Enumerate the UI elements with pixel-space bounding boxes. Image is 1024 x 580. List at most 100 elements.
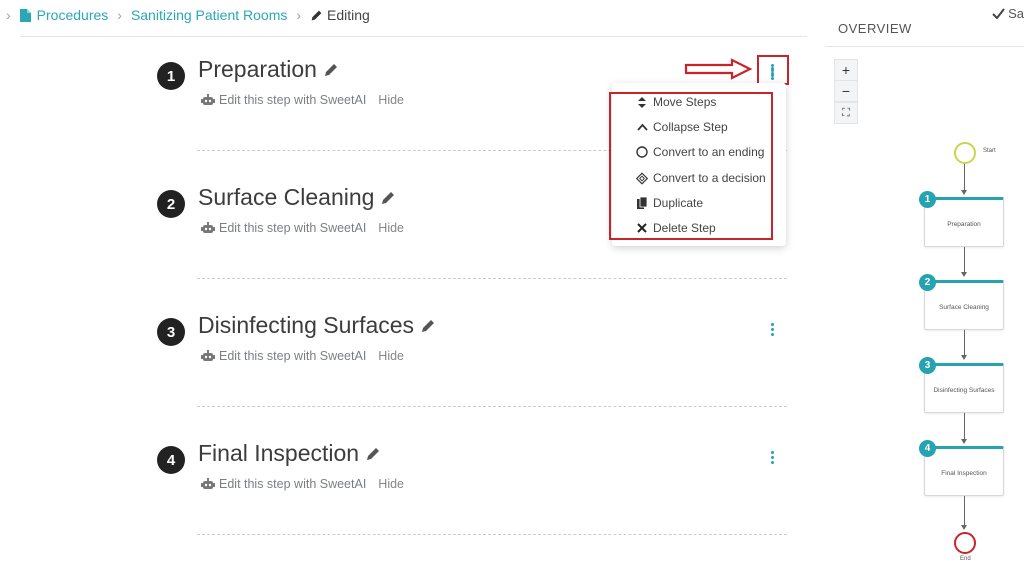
step-title[interactable]: Surface Cleaning <box>198 184 396 211</box>
flow-node-number: 2 <box>919 274 936 291</box>
hide-link[interactable]: Hide <box>378 93 404 107</box>
flow-node-number: 4 <box>919 440 936 457</box>
circle-icon <box>636 146 648 158</box>
robot-icon <box>201 350 215 361</box>
flow-node[interactable]: Disinfecting Surfaces <box>924 363 1004 413</box>
ai-edit-link[interactable]: Edit this step with SweetAI <box>219 221 366 235</box>
step-title-text[interactable]: Disinfecting Surfaces <box>198 312 414 339</box>
step-menu-button[interactable] <box>765 318 779 340</box>
step-card: 3 Disinfecting Surfaces Edit this step w… <box>157 312 787 436</box>
save-status[interactable]: Sa <box>992 6 1024 21</box>
flow-connector <box>964 413 965 440</box>
step-title-text[interactable]: Surface Cleaning <box>198 184 374 211</box>
step-title[interactable]: Disinfecting Surfaces <box>198 312 436 339</box>
hide-link[interactable]: Hide <box>378 221 404 235</box>
kebab-dot <box>770 450 774 454</box>
pencil-icon <box>311 10 322 20</box>
kebab-dot <box>770 322 774 326</box>
menu-item-move-steps[interactable]: Move Steps <box>636 95 716 109</box>
close-icon <box>636 222 648 234</box>
chevron-right-icon: › <box>117 7 122 23</box>
flow-node-label: Preparation <box>947 221 981 228</box>
step-divider <box>197 406 787 407</box>
step-title-text[interactable]: Preparation <box>198 56 317 83</box>
menu-item-label[interactable]: Convert to a decision <box>653 171 766 185</box>
fit-view-button[interactable]: ⛶ <box>834 102 858 124</box>
flow-node[interactable]: Preparation <box>924 197 1004 247</box>
pencil-icon[interactable] <box>420 318 436 334</box>
chevron-right-icon: › <box>6 7 11 23</box>
step-number-badge: 4 <box>157 446 185 474</box>
flow-arrowhead-icon <box>961 355 967 360</box>
flow-arrowhead-icon <box>961 272 967 277</box>
step-menu-button[interactable] <box>765 446 779 468</box>
pencil-icon[interactable] <box>365 446 381 462</box>
kebab-dot <box>770 63 774 67</box>
overview-title: OVERVIEW <box>838 24 912 36</box>
flow-node[interactable]: Surface Cleaning <box>924 280 1004 330</box>
header-divider <box>20 36 807 37</box>
hide-link[interactable]: Hide <box>378 349 404 363</box>
breadcrumb-procedures[interactable]: Procedures <box>19 7 109 23</box>
kebab-dot <box>770 460 774 464</box>
flow-connector <box>964 330 965 356</box>
ai-edit-link[interactable]: Edit this step with SweetAI <box>219 93 366 107</box>
zoom-out-button[interactable]: − <box>834 80 858 102</box>
step-title[interactable]: Final Inspection <box>198 440 381 467</box>
chevron-up-icon <box>636 121 648 133</box>
menu-item-duplicate[interactable]: Duplicate <box>636 196 703 210</box>
menu-item-label[interactable]: Collapse Step <box>653 120 728 134</box>
zoom-in-button[interactable]: + <box>834 59 858 81</box>
menu-item-convert-decision[interactable]: Convert to a decision <box>636 171 766 185</box>
flow-connector <box>964 164 965 191</box>
chevron-right-icon: › <box>296 7 302 23</box>
breadcrumb-current: Editing <box>310 7 370 23</box>
menu-item-label[interactable]: Delete Step <box>653 221 716 235</box>
kebab-dot <box>770 327 774 331</box>
step-title-text[interactable]: Final Inspection <box>198 440 359 467</box>
step-menu-button-active[interactable] <box>765 59 779 81</box>
menu-item-label[interactable]: Duplicate <box>653 196 703 210</box>
breadcrumb-procedures-label[interactable]: Procedures <box>37 7 109 23</box>
flow-connector <box>964 496 965 526</box>
save-label: Sa <box>1008 6 1024 21</box>
overview-divider <box>825 46 1024 47</box>
menu-item-collapse-step[interactable]: Collapse Step <box>636 120 728 134</box>
step-divider <box>197 534 787 535</box>
hide-link[interactable]: Hide <box>378 477 404 491</box>
menu-item-convert-ending[interactable]: Convert to an ending <box>636 145 764 159</box>
ai-edit-row: Edit this step with SweetAI Hide <box>201 477 404 491</box>
step-options-menu: Move Steps Collapse Step Convert to an e… <box>612 83 786 246</box>
ai-edit-row: Edit this step with SweetAI Hide <box>201 93 404 107</box>
robot-icon <box>201 94 215 105</box>
flow-start-node[interactable] <box>954 142 976 164</box>
flow-node-number: 1 <box>919 191 936 208</box>
pencil-icon[interactable] <box>380 190 396 206</box>
flow-node[interactable]: Final Inspection <box>924 446 1004 496</box>
copy-icon <box>636 197 648 209</box>
kebab-dot <box>770 332 774 336</box>
diamond-icon <box>636 171 648 185</box>
flow-end-node[interactable] <box>954 532 976 554</box>
step-card: 4 Final Inspection Edit this step with S… <box>157 440 787 564</box>
menu-item-label[interactable]: Move Steps <box>653 95 716 109</box>
menu-item-label[interactable]: Convert to an ending <box>653 145 764 159</box>
step-number-badge: 3 <box>157 318 185 346</box>
robot-icon <box>201 222 215 233</box>
ai-edit-link[interactable]: Edit this step with SweetAI <box>219 349 366 363</box>
flow-end-label: End <box>960 556 971 562</box>
flow-node-label: Final Inspection <box>941 470 987 477</box>
ai-edit-row: Edit this step with SweetAI Hide <box>201 349 404 363</box>
flow-arrowhead-icon <box>961 439 967 444</box>
ai-edit-row: Edit this step with SweetAI Hide <box>201 221 404 235</box>
flow-node-label: Disinfecting Surfaces <box>933 387 995 394</box>
breadcrumb-procedure-name[interactable]: Sanitizing Patient Rooms <box>131 7 287 23</box>
step-divider <box>197 278 787 279</box>
pencil-icon[interactable] <box>323 62 339 78</box>
ai-edit-link[interactable]: Edit this step with SweetAI <box>219 477 366 491</box>
menu-item-delete-step[interactable]: Delete Step <box>636 221 716 235</box>
flow-node-label: Surface Cleaning <box>939 304 989 311</box>
kebab-dot <box>770 68 774 72</box>
step-title[interactable]: Preparation <box>198 56 339 83</box>
breadcrumb-current-label: Editing <box>327 7 370 23</box>
